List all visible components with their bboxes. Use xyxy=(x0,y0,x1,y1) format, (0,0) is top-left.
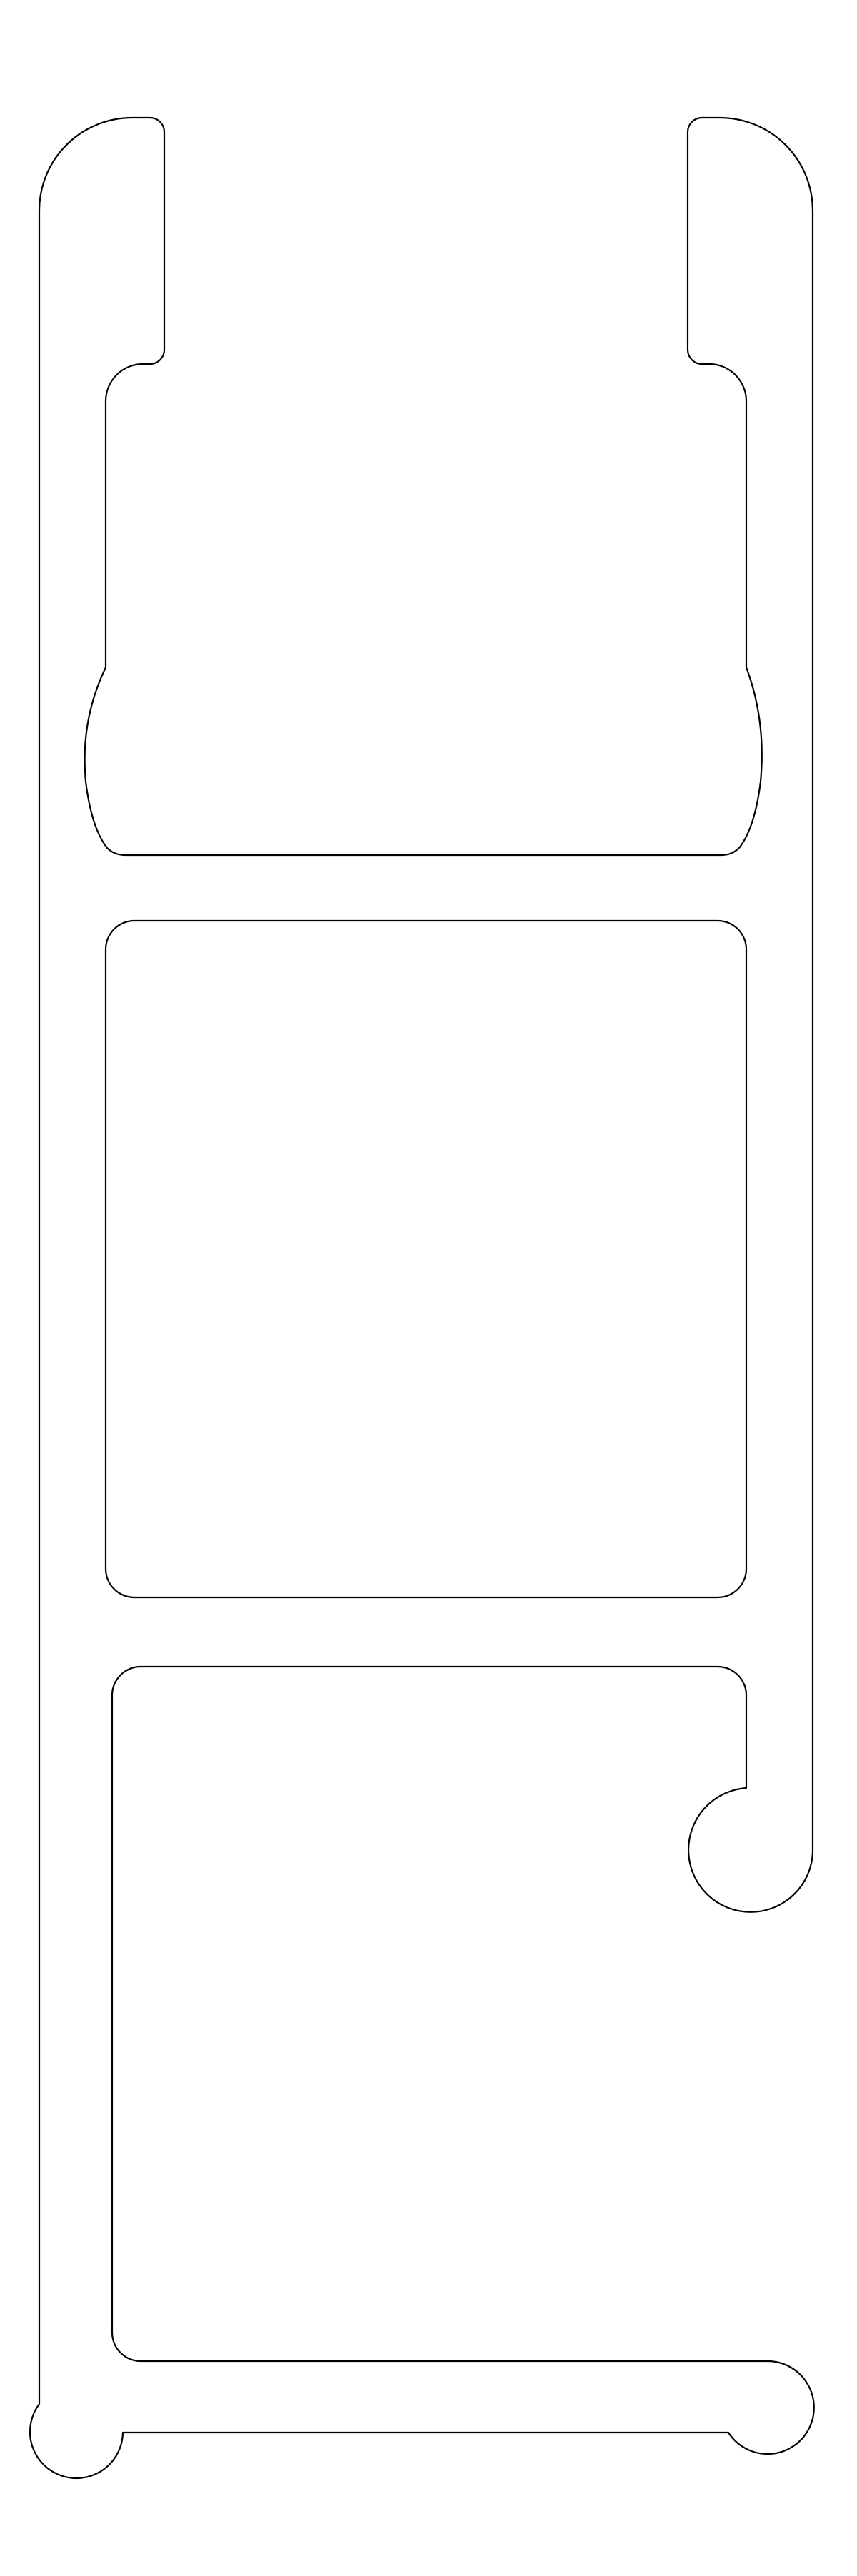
middle-cavity xyxy=(104,919,748,1599)
outer-profile-outline xyxy=(29,116,815,2480)
extrusion-profile-drawing xyxy=(0,0,857,2576)
